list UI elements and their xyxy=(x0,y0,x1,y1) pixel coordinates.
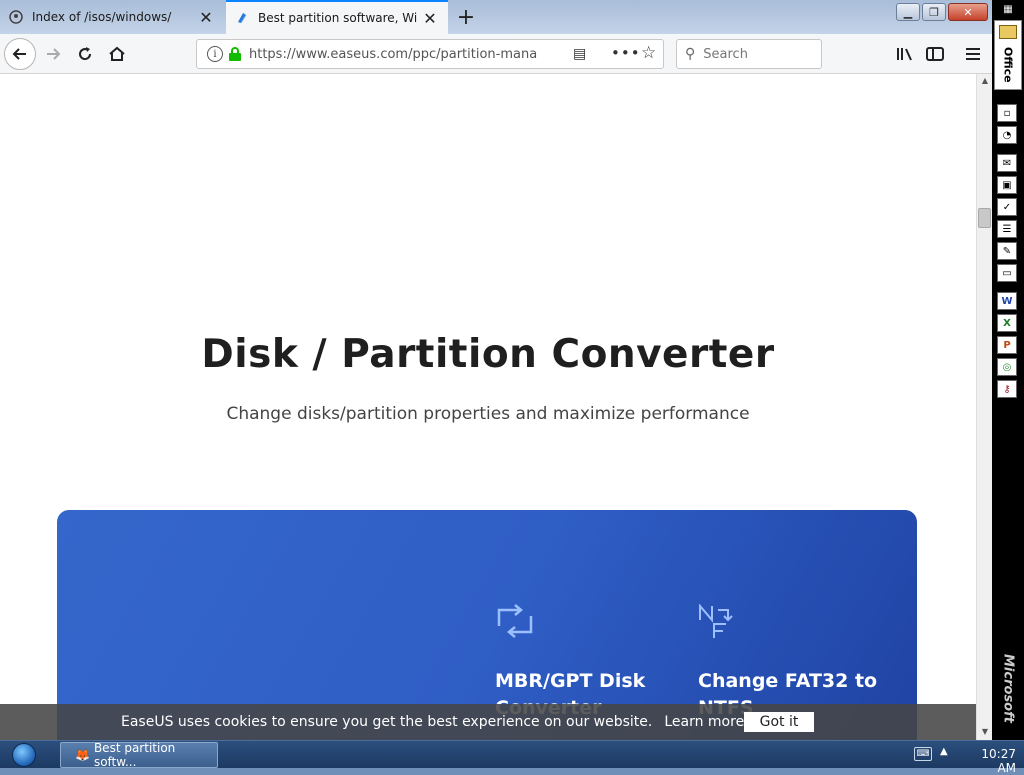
keyboard-tray-icon[interactable]: ⌨ xyxy=(914,747,932,761)
forward-button[interactable] xyxy=(38,39,68,69)
search-icon: ⚲ xyxy=(685,46,696,62)
close-window-button[interactable]: ✕ xyxy=(948,3,988,21)
powerpoint-icon[interactable]: P xyxy=(997,336,1017,354)
search-placeholder: Search xyxy=(703,46,748,62)
page-actions-icon[interactable]: ••• xyxy=(611,44,641,62)
home-button[interactable] xyxy=(102,39,132,69)
tab-title: Best partition software, Windo xyxy=(258,11,418,25)
new-tab-button[interactable]: + xyxy=(452,4,480,30)
address-bar[interactable]: i https://www.easeus.com/ppc/partition-m… xyxy=(196,39,664,69)
navigation-toolbar: i https://www.easeus.com/ppc/partition-m… xyxy=(0,34,992,74)
access-icon[interactable]: ⚷ xyxy=(997,380,1017,398)
back-arrow-icon xyxy=(12,48,26,60)
system-clock[interactable]: 10:27 AM xyxy=(962,747,1016,775)
page-info-icon[interactable]: i xyxy=(207,46,223,62)
close-tab-icon[interactable]: ✕ xyxy=(418,6,442,30)
tab-title: Index of /isos/windows/ xyxy=(32,10,172,24)
start-button[interactable] xyxy=(4,742,44,768)
office-panel[interactable]: Office xyxy=(994,20,1022,90)
cookie-banner: EaseUS uses cookies to ensure you get th… xyxy=(0,704,976,740)
search-box[interactable]: ⚲ Search xyxy=(676,39,822,69)
page-title: Disk / Partition Converter xyxy=(201,332,775,377)
taskbar-item-firefox[interactable]: 🦊 Best partition softw... xyxy=(60,741,218,769)
tab-index-of-isos[interactable]: Index of /isos/windows/ ✕ xyxy=(0,0,224,34)
learn-more-link[interactable]: Learn more xyxy=(664,714,744,730)
taskbar: 🦊 Best partition softw... ⌨ ▲ 10:27 AM xyxy=(0,740,1024,775)
back-button[interactable] xyxy=(4,38,36,70)
firefox-icon: 🦊 xyxy=(75,748,90,762)
bookmark-star-icon[interactable]: ☆ xyxy=(641,43,656,63)
microsoft-label: Microsoft xyxy=(1000,653,1016,723)
easeus-favicon xyxy=(234,10,250,26)
convert-arrows-icon xyxy=(495,604,535,640)
page-subtitle: Change disks/partition properties and ma… xyxy=(226,404,750,424)
nf-convert-icon xyxy=(698,603,738,640)
mail-icon[interactable]: ✉ xyxy=(997,154,1017,172)
home-icon xyxy=(109,46,125,61)
office-label: Office xyxy=(1001,47,1015,83)
windows-start-orb-icon xyxy=(12,743,36,767)
reload-button[interactable] xyxy=(70,39,100,69)
journal-icon[interactable]: ✎ xyxy=(997,242,1017,260)
scroll-down-arrow-icon[interactable]: ▼ xyxy=(977,724,993,738)
minimize-window-button[interactable]: ▁ xyxy=(896,3,920,21)
tab-strip: Index of /isos/windows/ ✕ Best partition… xyxy=(0,0,992,34)
tasks-icon[interactable]: ✓ xyxy=(997,198,1017,216)
taskbar-item-label: Best partition softw... xyxy=(93,741,176,769)
url-text[interactable]: https://www.easeus.com/ppc/partition-man… xyxy=(249,47,537,62)
folder-icon xyxy=(999,25,1017,39)
show-hidden-icons-icon[interactable]: ▲ xyxy=(940,746,948,757)
tab-easeus-partition[interactable]: Best partition software, Windo ✕ xyxy=(226,0,448,34)
forward-arrow-icon xyxy=(47,48,61,60)
office-shortcut-bar: ▦ Office ▫ ◔ ✉ ▣ ✓ ☰ ✎ ▭ W X P ◎ ⚷ Micro… xyxy=(992,0,1024,740)
maximize-window-button[interactable]: ❐ xyxy=(922,3,946,21)
sidebar-toggle-icon[interactable] xyxy=(920,39,950,69)
excel-icon[interactable]: X xyxy=(997,314,1017,332)
vertical-scrollbar[interactable]: ▲ ▼ xyxy=(976,74,992,740)
open-document-icon[interactable]: ◔ xyxy=(997,126,1017,144)
page-viewport: Disk / Partition Converter Change disks/… xyxy=(0,74,976,740)
hamburger-menu-icon[interactable] xyxy=(958,39,988,69)
got-it-button[interactable]: Got it xyxy=(744,712,814,732)
publisher-icon[interactable]: ◎ xyxy=(997,358,1017,376)
web-page-icon xyxy=(8,9,24,25)
browser-window: Index of /isos/windows/ ✕ Best partition… xyxy=(0,0,992,740)
new-document-icon[interactable]: ▫ xyxy=(997,104,1017,122)
scrollbar-thumb[interactable] xyxy=(978,208,991,228)
contacts-icon[interactable]: ☰ xyxy=(997,220,1017,238)
notes-icon[interactable]: ▭ xyxy=(997,264,1017,282)
secure-lock-icon[interactable] xyxy=(229,47,241,61)
scroll-up-arrow-icon[interactable]: ▲ xyxy=(977,74,993,86)
cookie-message: EaseUS uses cookies to ensure you get th… xyxy=(121,714,653,730)
reload-icon xyxy=(79,47,92,61)
office-bar-control-icon[interactable]: ▦ xyxy=(994,0,1022,18)
library-icon[interactable] xyxy=(890,39,920,69)
close-tab-icon[interactable]: ✕ xyxy=(194,5,218,29)
word-icon[interactable]: W xyxy=(997,292,1017,310)
calendar-icon[interactable]: ▣ xyxy=(997,176,1017,194)
reader-view-icon[interactable]: ▤ xyxy=(573,46,586,62)
